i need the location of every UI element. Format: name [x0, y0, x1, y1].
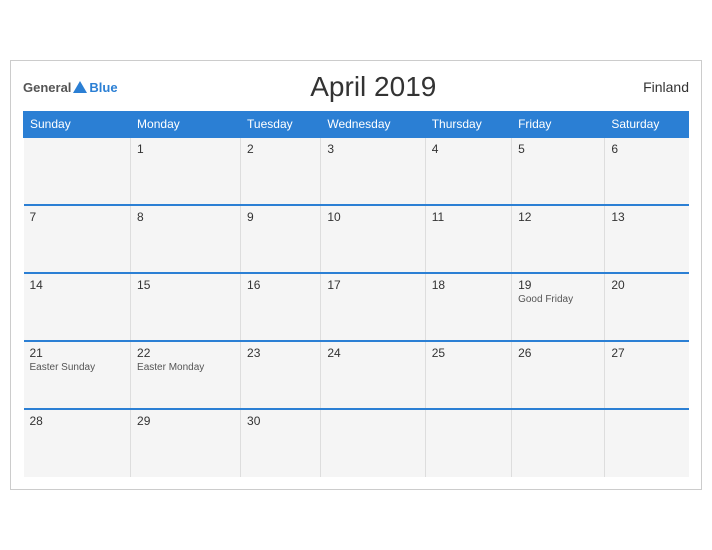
day-number: 17	[327, 278, 418, 292]
calendar-week-row: 123456	[24, 137, 689, 205]
day-number: 4	[432, 142, 505, 156]
day-number: 27	[611, 346, 682, 360]
calendar-cell: 26	[512, 341, 605, 409]
country-label: Finland	[629, 79, 689, 95]
day-number: 3	[327, 142, 418, 156]
day-number: 21	[30, 346, 125, 360]
calendar-cell: 29	[131, 409, 241, 477]
calendar-cell: 23	[241, 341, 321, 409]
calendar-week-row: 21 Easter Sunday 22 Easter Monday 23 24 25 26 27	[24, 341, 689, 409]
calendar-week-row: 14 15 16 17 18 19 Good Friday 20	[24, 273, 689, 341]
day-number: 13	[611, 210, 682, 224]
day-number: 8	[137, 210, 234, 224]
day-number: 20	[611, 278, 682, 292]
col-tuesday: Tuesday	[241, 112, 321, 138]
calendar-header: General Blue April 2019 Finland	[23, 71, 689, 103]
calendar-cell: 6	[605, 137, 689, 205]
calendar-cell: 19 Good Friday	[512, 273, 605, 341]
logo-triangle-icon	[73, 81, 87, 93]
calendar-cell: 8	[131, 205, 241, 273]
calendar-cell: 4	[425, 137, 511, 205]
calendar-cell: 18	[425, 273, 511, 341]
calendar-cell: 15	[131, 273, 241, 341]
day-number: 18	[432, 278, 505, 292]
day-number: 16	[247, 278, 314, 292]
day-number: 25	[432, 346, 505, 360]
calendar-cell: 10	[321, 205, 425, 273]
day-number: 7	[30, 210, 125, 224]
calendar-cell: 30	[241, 409, 321, 477]
day-number: 11	[432, 210, 505, 224]
day-number: 6	[611, 142, 682, 156]
day-number: 30	[247, 414, 314, 428]
calendar-cell: 7	[24, 205, 131, 273]
day-number: 29	[137, 414, 234, 428]
calendar-cell: 17	[321, 273, 425, 341]
col-thursday: Thursday	[425, 112, 511, 138]
day-number: 22	[137, 346, 234, 360]
col-wednesday: Wednesday	[321, 112, 425, 138]
col-monday: Monday	[131, 112, 241, 138]
calendar-cell	[605, 409, 689, 477]
calendar-wrapper: General Blue April 2019 Finland Sunday M…	[10, 60, 702, 490]
day-number: 14	[30, 278, 125, 292]
col-saturday: Saturday	[605, 112, 689, 138]
calendar-cell: 16	[241, 273, 321, 341]
day-number: 15	[137, 278, 234, 292]
weekday-header-row: Sunday Monday Tuesday Wednesday Thursday…	[24, 112, 689, 138]
calendar-cell: 22 Easter Monday	[131, 341, 241, 409]
calendar-week-row: 28 29 30	[24, 409, 689, 477]
holiday-label: Easter Sunday	[30, 362, 125, 373]
calendar-cell: 28	[24, 409, 131, 477]
calendar-cell: 14	[24, 273, 131, 341]
day-number: 9	[247, 210, 314, 224]
calendar-cell: 1	[131, 137, 241, 205]
calendar-cell: 5	[512, 137, 605, 205]
day-number: 24	[327, 346, 418, 360]
holiday-label: Easter Monday	[137, 362, 234, 373]
calendar-cell	[321, 409, 425, 477]
calendar-cell: 3	[321, 137, 425, 205]
calendar-cell: 12	[512, 205, 605, 273]
day-number: 19	[518, 278, 598, 292]
calendar-cell: 9	[241, 205, 321, 273]
day-number: 23	[247, 346, 314, 360]
day-number: 2	[247, 142, 314, 156]
calendar-cell	[425, 409, 511, 477]
calendar-cell: 21 Easter Sunday	[24, 341, 131, 409]
day-number: 10	[327, 210, 418, 224]
calendar-cell: 24	[321, 341, 425, 409]
holiday-label: Good Friday	[518, 294, 598, 305]
calendar-table: Sunday Monday Tuesday Wednesday Thursday…	[23, 111, 689, 477]
day-number: 1	[137, 142, 234, 156]
calendar-cell: 27	[605, 341, 689, 409]
calendar-cell	[24, 137, 131, 205]
col-friday: Friday	[512, 112, 605, 138]
day-number: 12	[518, 210, 598, 224]
month-title: April 2019	[118, 71, 629, 103]
col-sunday: Sunday	[24, 112, 131, 138]
calendar-cell: 11	[425, 205, 511, 273]
day-number: 26	[518, 346, 598, 360]
logo-blue-text: Blue	[89, 81, 117, 94]
calendar-cell: 2	[241, 137, 321, 205]
day-number: 5	[518, 142, 598, 156]
day-number: 28	[30, 414, 125, 428]
calendar-cell: 25	[425, 341, 511, 409]
logo: General Blue	[23, 81, 118, 94]
calendar-cell: 20	[605, 273, 689, 341]
calendar-cell: 13	[605, 205, 689, 273]
calendar-cell	[512, 409, 605, 477]
logo-general-text: General	[23, 81, 71, 94]
calendar-week-row: 789 10 11 12 13	[24, 205, 689, 273]
